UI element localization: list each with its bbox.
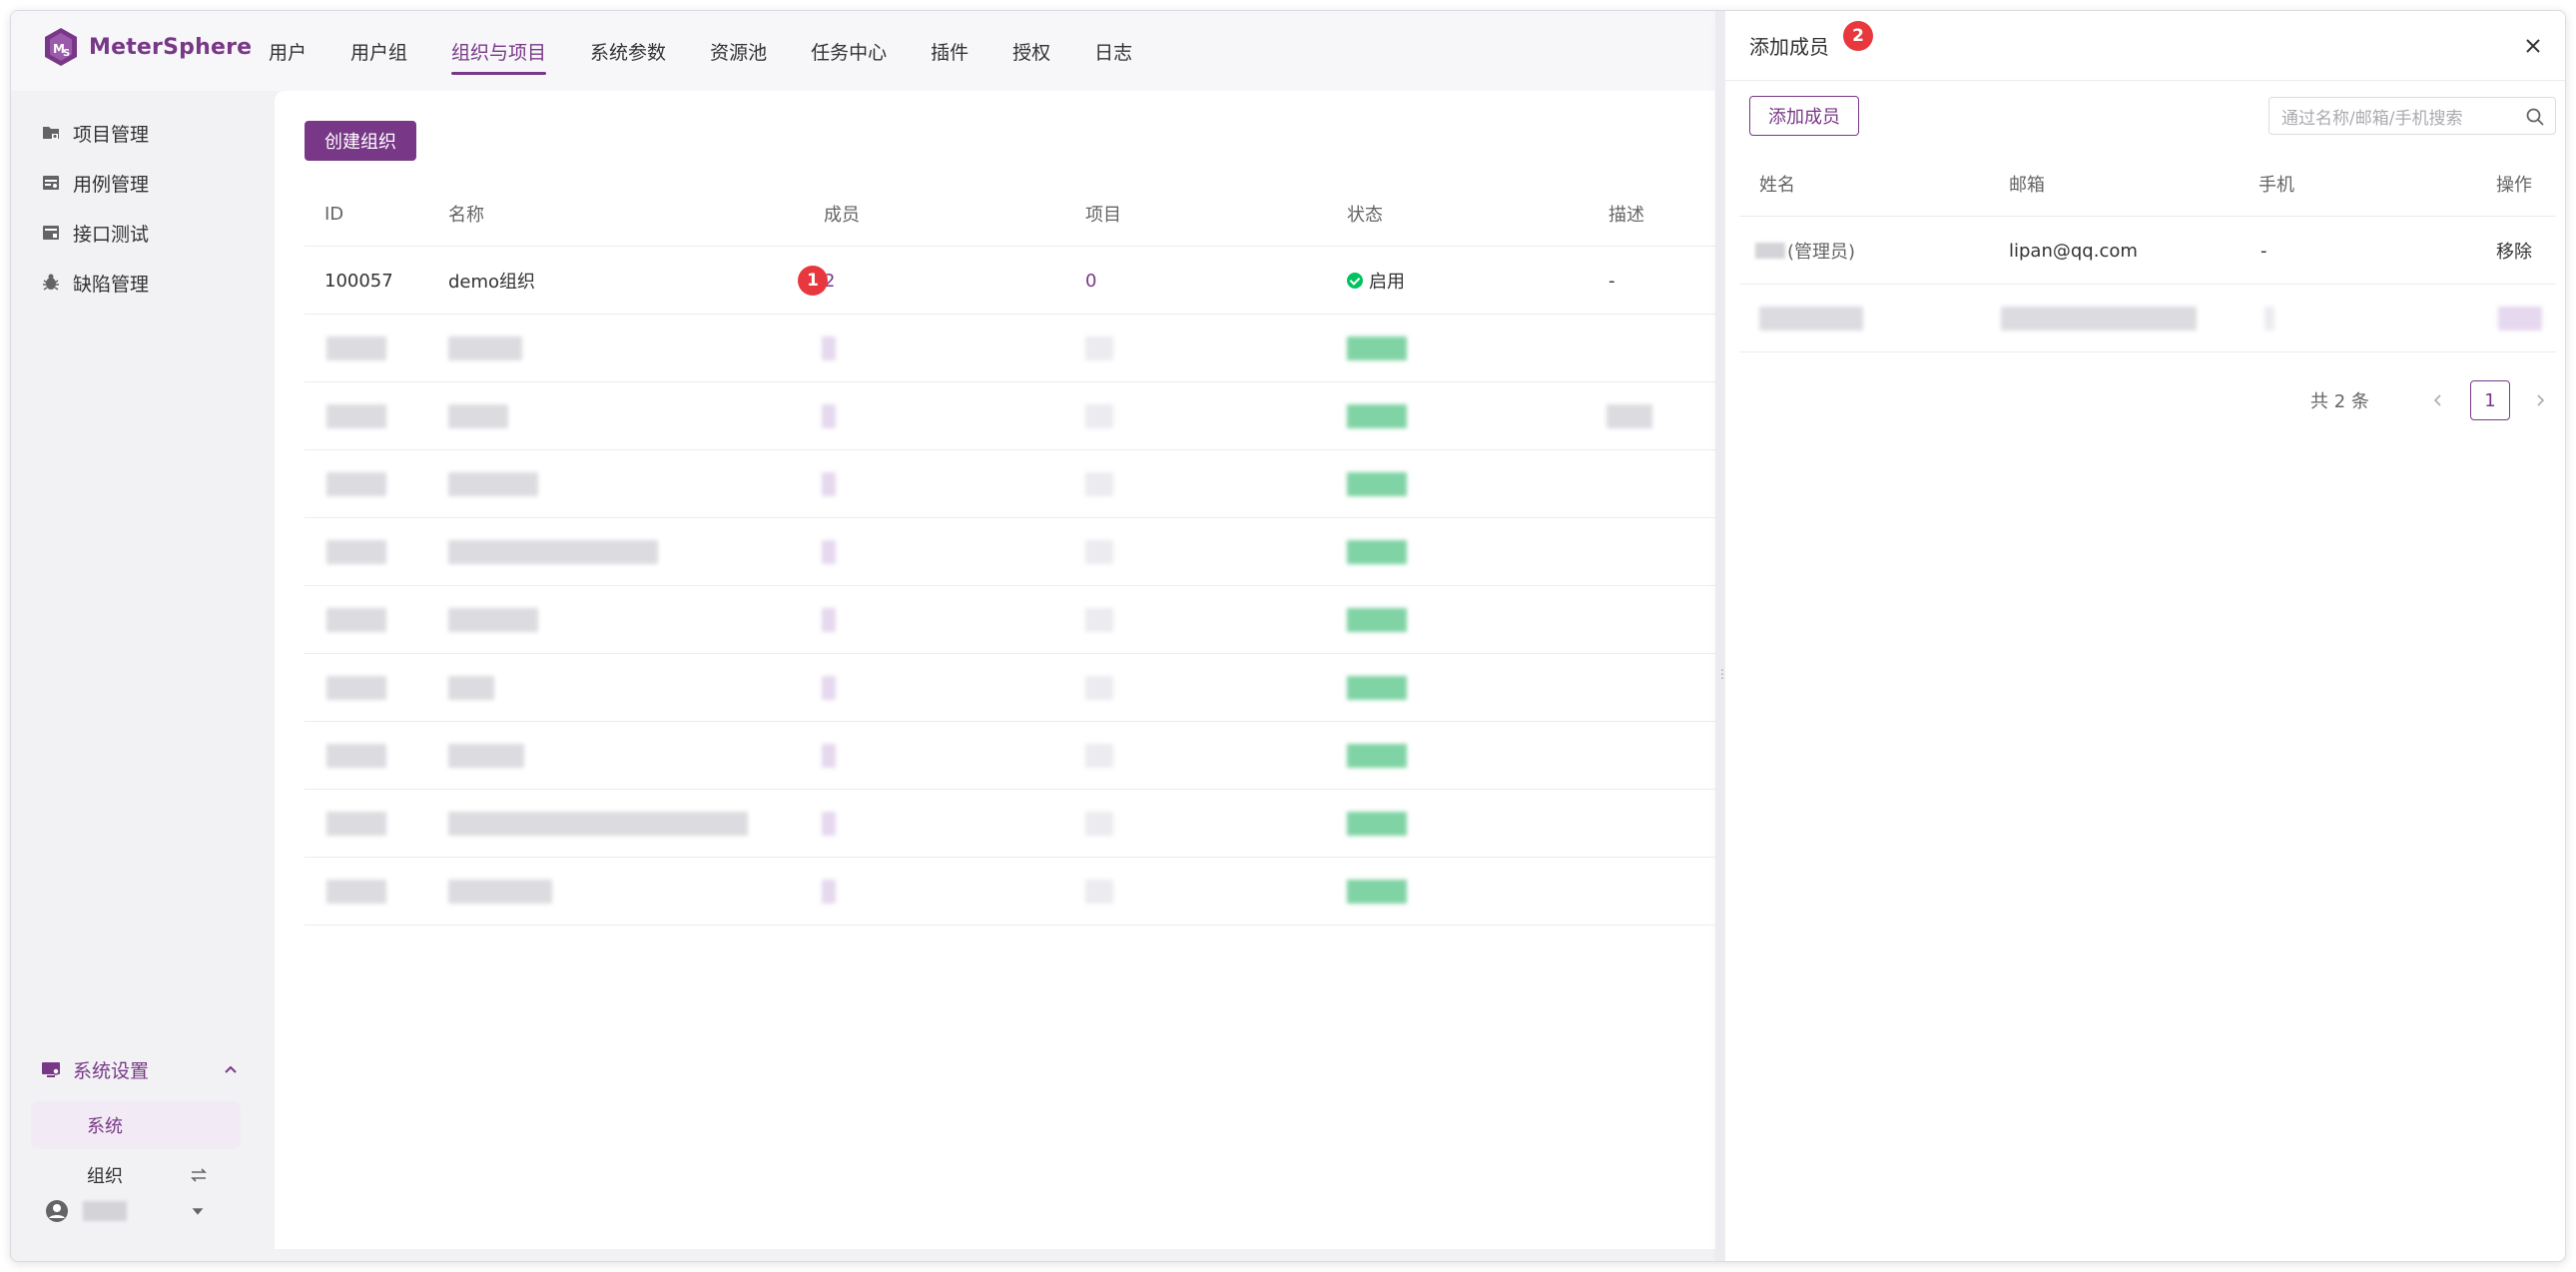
nav-item-logs[interactable]: 日志: [1094, 11, 1132, 91]
close-icon[interactable]: [2522, 35, 2544, 57]
column-name: 名称: [448, 205, 484, 226]
member-phone: -: [2260, 240, 2267, 262]
column-phone: 手机: [2258, 175, 2294, 196]
nav-item-system-params[interactable]: 系统参数: [590, 11, 666, 91]
logo[interactable]: M S MeterSphere: [43, 27, 252, 67]
add-member-drawer: ⋮ 添加成员 2 添加成员 通过名称/邮箱/手机搜索 姓名 邮箱 手机 操作 (…: [1715, 11, 2565, 1261]
sidebar-item-bug-management[interactable]: 缺陷管理: [41, 265, 149, 301]
org-description: -: [1609, 270, 1615, 292]
api-test-icon: [43, 226, 59, 240]
sidebar-system-settings[interactable]: 系统设置: [41, 1051, 241, 1087]
case-management-icon: [43, 176, 59, 190]
bug-icon: [43, 274, 59, 291]
system-settings-icon: [42, 1062, 60, 1077]
column-name: 姓名: [1759, 175, 1795, 196]
sidebar-item-label: 项目管理: [73, 123, 150, 146]
chevron-left-icon[interactable]: [2430, 392, 2446, 408]
drawer-header: 添加成员 2: [1725, 11, 2565, 81]
search-placeholder: 通过名称/邮箱/手机搜索: [2281, 108, 2463, 129]
create-organization-button[interactable]: 创建组织: [305, 121, 416, 161]
column-projects: 项目: [1085, 205, 1121, 226]
column-actions: 操作: [2496, 175, 2532, 196]
sidebar-item-api-test[interactable]: 接口测试: [41, 215, 149, 251]
sidebar-sub-org-label: 组织: [87, 1166, 123, 1187]
switch-icon[interactable]: [189, 1165, 209, 1185]
sidebar-item-label: 接口测试: [73, 223, 150, 246]
chevron-right-icon[interactable]: [2532, 392, 2548, 408]
org-name: demo组织: [448, 272, 536, 293]
sidebar-item-case-management[interactable]: 用例管理: [41, 165, 149, 201]
column-description: 描述: [1609, 205, 1644, 226]
member-role-label: (管理员): [1787, 242, 1856, 263]
svg-text:S: S: [63, 48, 70, 59]
sidebar-sub-system[interactable]: 系统: [31, 1101, 241, 1149]
member-table-header: 姓名 邮箱 手机 操作: [1739, 151, 2556, 217]
app-window: M S MeterSphere 用户 用户组 组织与项目 系统参数 资源池 任务…: [10, 10, 2566, 1262]
nav-item-resource-pool[interactable]: 资源池: [710, 11, 767, 91]
org-project-count-link[interactable]: 0: [1085, 247, 1096, 315]
step-badge-2: 2: [1843, 20, 1873, 51]
logo-text: MeterSphere: [89, 34, 253, 60]
sidebar-sub-organization[interactable]: 组织: [31, 1151, 241, 1199]
member-name: (管理员): [1755, 217, 1855, 285]
column-status: 状态: [1347, 205, 1383, 226]
step-badge-1: 1: [798, 266, 828, 296]
nav-item-plugins[interactable]: 插件: [931, 11, 968, 91]
member-name-redacted: [1755, 243, 1785, 259]
nav-item-task-center[interactable]: 任务中心: [811, 11, 887, 91]
remove-member-link[interactable]: 移除: [2496, 217, 2532, 285]
main-nav: 用户 用户组 组织与项目 系统参数 资源池 任务中心 插件 授权 日志: [269, 11, 1176, 91]
column-members: 成员: [824, 205, 860, 226]
sidebar-item-project-management[interactable]: 项目管理: [41, 115, 149, 151]
sidebar-item-label: 缺陷管理: [73, 273, 150, 296]
org-status-label: 启用: [1369, 272, 1405, 293]
sidebar-item-label: 用例管理: [73, 173, 150, 196]
nav-item-user-groups[interactable]: 用户组: [350, 11, 407, 91]
pagination-page-current[interactable]: 1: [2470, 380, 2510, 420]
org-status: 启用: [1347, 247, 1405, 315]
avatar-icon: [46, 1200, 68, 1222]
metersphere-logo-icon: M S: [45, 28, 77, 66]
nav-item-license[interactable]: 授权: [1012, 11, 1050, 91]
search-icon[interactable]: [2525, 107, 2545, 127]
member-search-input[interactable]: 通过名称/邮箱/手机搜索: [2268, 97, 2556, 135]
org-id: 100057: [324, 270, 393, 292]
member-email: lipan@qq.com: [2009, 240, 2138, 262]
drawer-resize-handle[interactable]: ⋮: [1715, 11, 1728, 1261]
column-email: 邮箱: [2009, 175, 2045, 196]
caret-down-icon[interactable]: [189, 1202, 207, 1220]
member-row-redacted[interactable]: [1739, 285, 2556, 352]
pagination-total: 共 2 条: [2310, 391, 2369, 412]
sidebar-system-settings-label: 系统设置: [73, 1059, 150, 1082]
enabled-check-icon: [1347, 273, 1363, 289]
nav-item-users[interactable]: 用户: [269, 11, 307, 91]
member-row[interactable]: (管理员) lipan@qq.com - 移除: [1739, 217, 2556, 285]
column-id: ID: [324, 203, 344, 225]
add-member-button[interactable]: 添加成员: [1749, 96, 1859, 136]
sidebar: 项目管理 用例管理 接口测试 缺陷管理 系统设置 系统 组织: [11, 91, 273, 1261]
user-menu[interactable]: [45, 1193, 245, 1229]
nav-item-org-project[interactable]: 组织与项目: [451, 11, 547, 91]
sidebar-sub-system-label: 系统: [87, 1116, 123, 1137]
drawer-title: 添加成员: [1749, 35, 1829, 59]
user-name-redacted: [83, 1201, 127, 1221]
chevron-up-icon[interactable]: [221, 1059, 241, 1079]
project-folder-icon: [43, 127, 59, 139]
